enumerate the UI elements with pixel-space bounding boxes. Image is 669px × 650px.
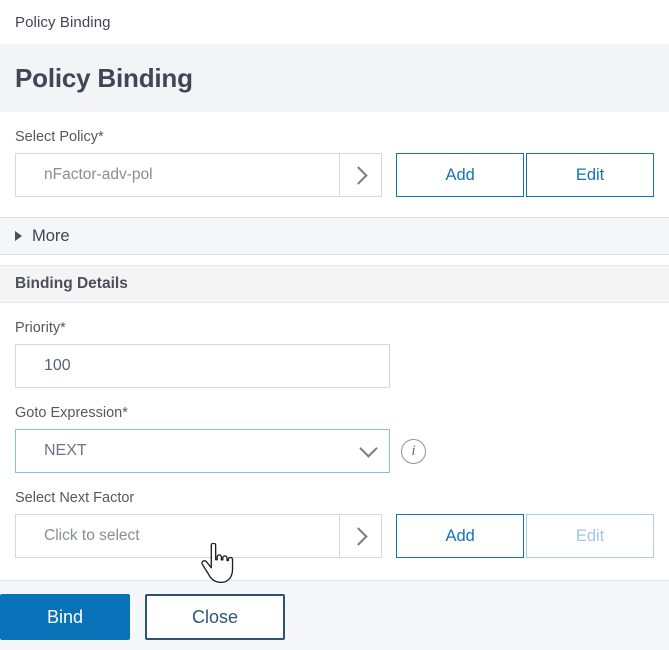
more-accordion-toggle[interactable]: More bbox=[0, 217, 669, 255]
select-policy-chevron-button[interactable] bbox=[339, 154, 381, 196]
chevron-down-icon bbox=[359, 438, 378, 458]
priority-label: Priority* bbox=[15, 320, 66, 336]
select-policy-add-button[interactable]: Add bbox=[396, 153, 525, 197]
form-area: Select Policy* nFactor-adv-pol Add Edit bbox=[0, 128, 669, 197]
select-policy-edit-button[interactable]: Edit bbox=[526, 153, 654, 197]
select-next-factor-label: Select Next Factor bbox=[15, 490, 135, 506]
page-title-band: Policy Binding bbox=[0, 44, 669, 112]
binding-details-section-header: Binding Details bbox=[0, 265, 669, 303]
breadcrumb: Policy Binding bbox=[0, 0, 669, 44]
select-next-factor-add-button[interactable]: Add bbox=[396, 514, 525, 558]
goto-expression-select[interactable]: NEXT bbox=[15, 429, 390, 473]
select-next-factor-combo[interactable]: Click to select bbox=[15, 514, 383, 558]
dialog-footer: Bind Close bbox=[0, 580, 669, 650]
close-button[interactable]: Close bbox=[145, 594, 285, 640]
page-title: Policy Binding bbox=[15, 62, 193, 93]
chevron-right-icon bbox=[349, 165, 368, 185]
select-policy-label: Select Policy* bbox=[15, 129, 104, 145]
select-next-factor-edit-button: Edit bbox=[526, 514, 654, 558]
bind-button[interactable]: Bind bbox=[0, 594, 130, 640]
chevron-right-icon bbox=[349, 526, 368, 546]
goto-expression-value: NEXT bbox=[44, 442, 87, 459]
goto-expression-label: Goto Expression* bbox=[15, 405, 128, 421]
more-label: More bbox=[32, 226, 70, 245]
triangle-right-icon bbox=[15, 231, 22, 241]
binding-details-title: Binding Details bbox=[15, 275, 128, 292]
select-policy-row: nFactor-adv-pol Add Edit bbox=[15, 153, 654, 197]
select-policy-combo[interactable]: nFactor-adv-pol bbox=[15, 153, 383, 197]
priority-input[interactable]: 100 bbox=[15, 344, 390, 388]
goto-expression-row: NEXT i bbox=[15, 429, 654, 473]
info-icon[interactable]: i bbox=[401, 438, 426, 464]
select-next-factor-chevron-button[interactable] bbox=[339, 515, 381, 557]
select-next-factor-value[interactable]: Click to select bbox=[16, 515, 339, 557]
breadcrumb-item-policy-binding[interactable]: Policy Binding bbox=[15, 14, 111, 31]
select-next-factor-row: Click to select Add Edit bbox=[15, 514, 654, 558]
select-policy-value[interactable]: nFactor-adv-pol bbox=[16, 154, 339, 196]
binding-details-body: Priority* 100 Goto Expression* NEXT i Se… bbox=[0, 319, 669, 558]
